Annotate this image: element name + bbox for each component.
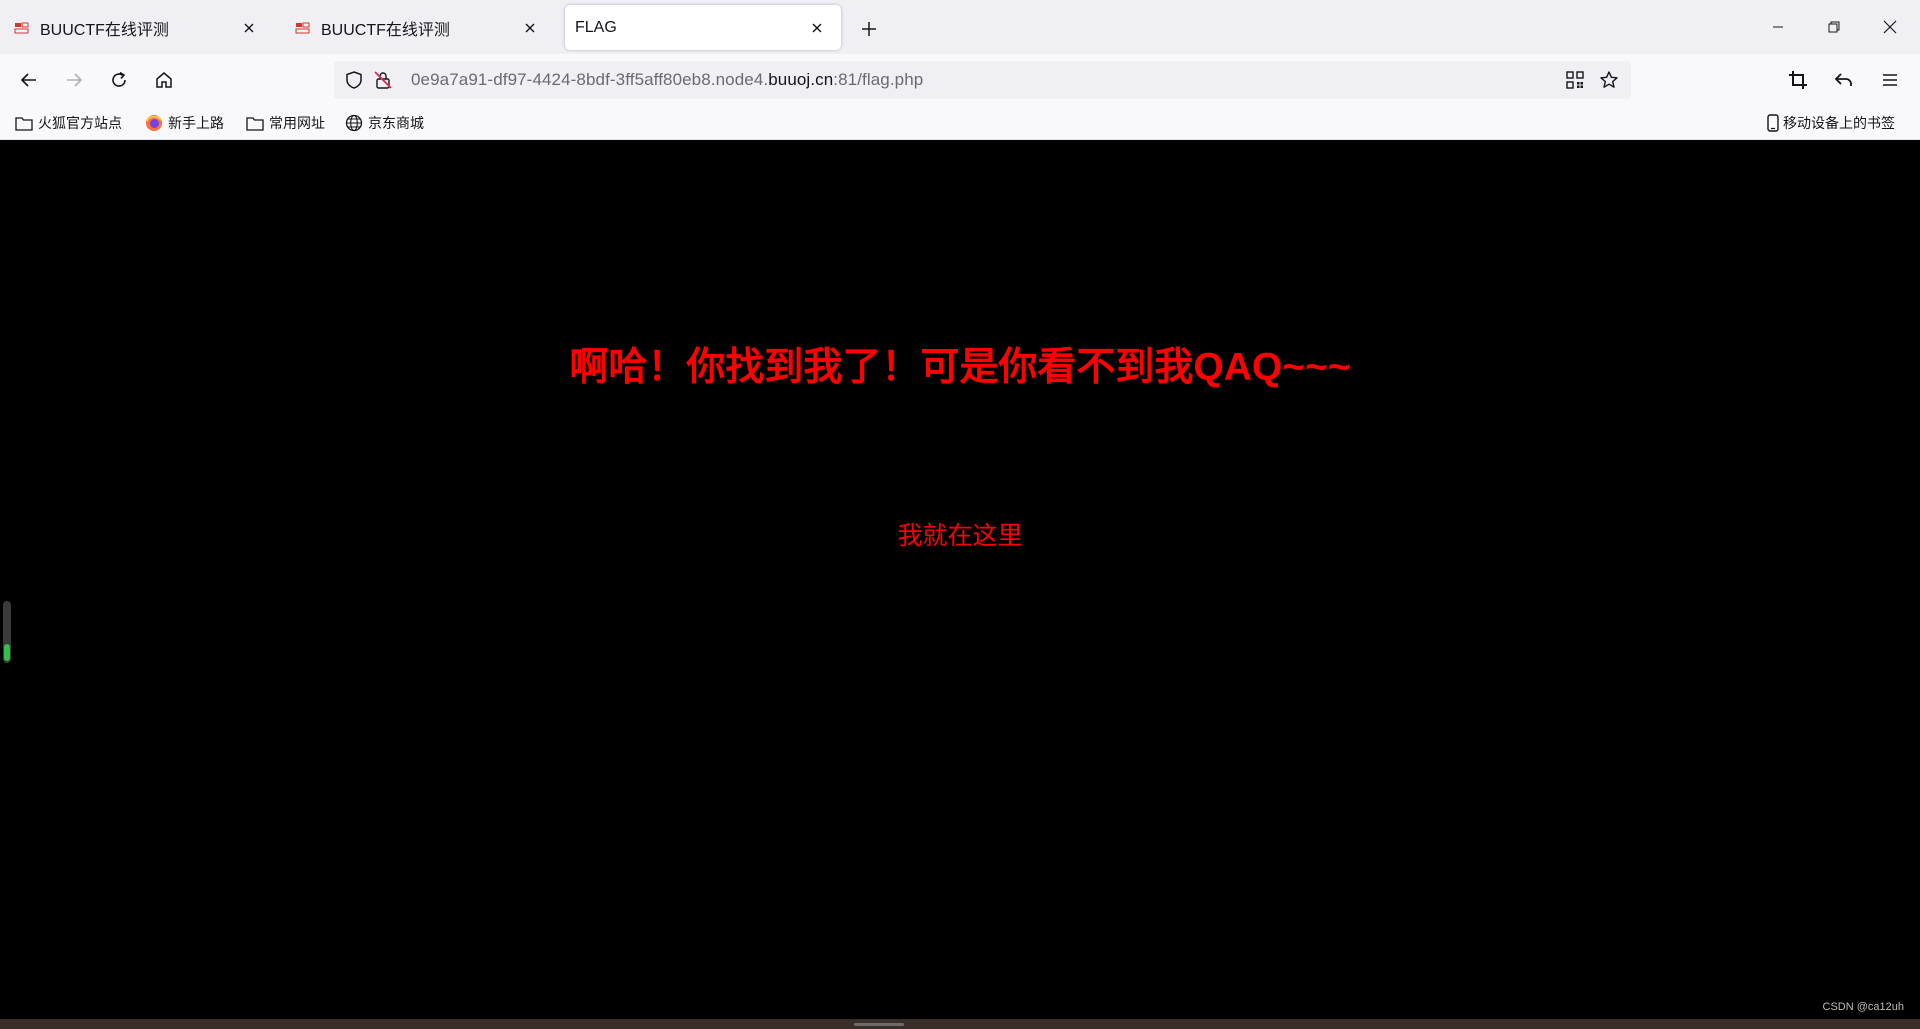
- reload-button[interactable]: [101, 62, 137, 98]
- side-indicator: [3, 601, 11, 663]
- close-icon: [1883, 20, 1897, 34]
- close-window-button[interactable]: [1862, 0, 1918, 54]
- url-suffix: :81/flag.php: [833, 70, 924, 89]
- tab-close-button[interactable]: [805, 16, 829, 40]
- tab-strip: BUUCTF在线评测 BUUCTF在线评测 FLAG: [0, 0, 1920, 54]
- insecure-lock-icon[interactable]: [371, 68, 395, 92]
- navigation-toolbar: 0e9a7a91-df97-4424-8bdf-3ff5aff80eb8.nod…: [0, 54, 1920, 106]
- page-content: 啊哈！你找到我了！可是你看不到我QAQ~~~ 我就在这里 CSDN @ca12u…: [0, 141, 1920, 1019]
- mobile-bookmarks[interactable]: 移动设备上的书签: [1766, 111, 1895, 135]
- bookmark-label: 火狐官方站点: [38, 115, 122, 131]
- tab-title: FLAG: [575, 18, 617, 36]
- bookmark-label: 京东商城: [368, 115, 424, 131]
- tab-close-button[interactable]: [237, 16, 261, 40]
- undo-button[interactable]: [1826, 62, 1862, 98]
- minimize-icon: [1773, 26, 1783, 28]
- forward-button[interactable]: [56, 62, 92, 98]
- menu-icon: [1883, 74, 1897, 86]
- screenshot-button[interactable]: [1780, 62, 1816, 98]
- home-icon: [156, 72, 172, 88]
- page-headline: 啊哈！你找到我了！可是你看不到我QAQ~~~: [569, 346, 1351, 389]
- back-arrow-icon: [20, 73, 36, 87]
- bottom-strip: [0, 1019, 1920, 1029]
- bookmark-label: 移动设备上的书签: [1783, 115, 1895, 131]
- tab-title: BUUCTF在线评测: [40, 21, 169, 39]
- buuctf-favicon-icon: [14, 20, 30, 36]
- qr-code-icon[interactable]: [1563, 68, 1587, 92]
- buuctf-favicon-icon: [295, 20, 311, 36]
- close-icon: [525, 23, 535, 32]
- undo-icon: [1834, 73, 1852, 86]
- star-icon[interactable]: [1597, 68, 1621, 92]
- plus-icon: [862, 22, 876, 36]
- firefox-icon: [145, 114, 163, 132]
- tab-buuctf-1[interactable]: BUUCTF在线评测: [0, 5, 273, 50]
- bookmark-common-sites[interactable]: 常用网址: [246, 111, 325, 135]
- tab-flag[interactable]: FLAG: [565, 5, 841, 50]
- bookmarks-toolbar: 火狐官方站点 新手上路 常用网址 京东商城 移动设备上的书签: [0, 106, 1920, 140]
- watermark: CSDN @ca12uh: [1822, 1001, 1904, 1013]
- close-icon: [812, 23, 822, 32]
- resize-grip[interactable]: [854, 1023, 904, 1026]
- bookmark-getting-started[interactable]: 新手上路: [145, 111, 224, 135]
- url-prefix: 0e9a7a91-df97-4424-8bdf-3ff5aff80eb8.nod…: [411, 70, 769, 89]
- mobile-icon: [1766, 114, 1780, 132]
- shield-icon[interactable]: [342, 68, 366, 92]
- tab-title: BUUCTF在线评测: [321, 21, 450, 39]
- bookmark-jd[interactable]: 京东商城: [345, 111, 424, 135]
- url-text[interactable]: 0e9a7a91-df97-4424-8bdf-3ff5aff80eb8.nod…: [411, 70, 923, 90]
- restore-icon: [1828, 21, 1840, 33]
- home-button[interactable]: [146, 62, 182, 98]
- restore-button[interactable]: [1806, 0, 1862, 54]
- minimize-button[interactable]: [1750, 0, 1806, 54]
- reload-icon: [112, 71, 126, 87]
- bookmark-firefox-official[interactable]: 火狐官方站点: [15, 111, 122, 135]
- here-link[interactable]: 我就在这里: [0, 516, 1920, 552]
- tab-close-button[interactable]: [518, 16, 542, 40]
- app-menu-button[interactable]: [1872, 62, 1908, 98]
- folder-icon: [246, 114, 264, 132]
- bookmark-label: 常用网址: [269, 115, 325, 131]
- new-tab-button[interactable]: [853, 13, 885, 45]
- side-indicator-fill: [4, 644, 10, 661]
- folder-icon: [15, 114, 33, 132]
- globe-icon: [345, 114, 363, 132]
- close-icon: [244, 23, 254, 32]
- forward-arrow-icon: [67, 73, 83, 87]
- bookmark-label: 新手上路: [168, 115, 224, 131]
- tab-buuctf-2[interactable]: BUUCTF在线评测: [281, 5, 554, 50]
- back-button[interactable]: [11, 62, 47, 98]
- url-domain: buuoj.cn: [768, 70, 834, 89]
- url-bar[interactable]: 0e9a7a91-df97-4424-8bdf-3ff5aff80eb8.nod…: [334, 61, 1631, 99]
- crop-icon: [1789, 71, 1807, 89]
